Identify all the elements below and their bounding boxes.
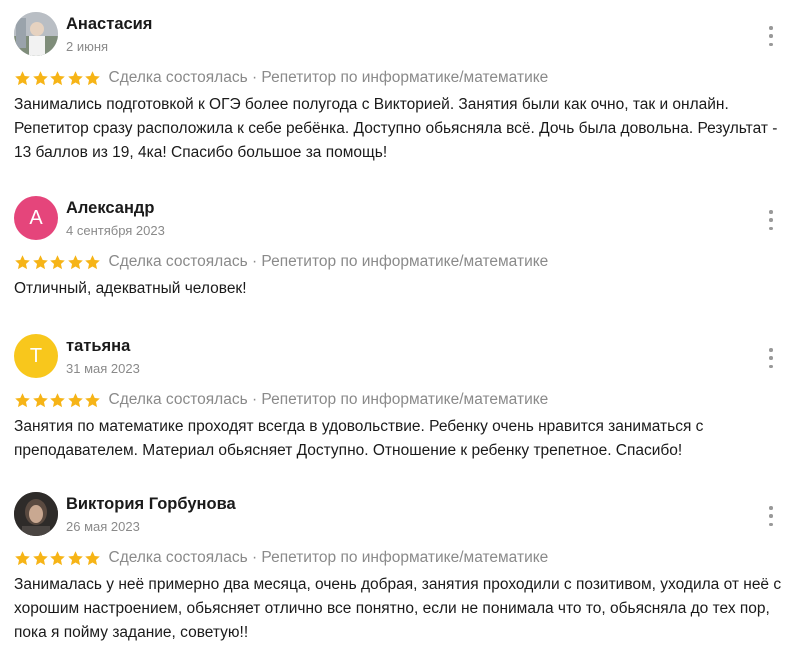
reviews-list: Анастасия 2 июня Сделка состоялась · Реп… <box>0 0 800 667</box>
deal-info: Сделка состоялась · Репетитор по информа… <box>108 69 549 86</box>
star-icon <box>67 550 83 565</box>
deal-info: Сделка состоялась · Репетитор по информа… <box>108 549 549 566</box>
more-vertical-icon[interactable] <box>766 26 776 46</box>
rating-stars <box>14 550 102 567</box>
star-icon <box>67 254 83 269</box>
review-text: Отличный, адекватный человек! <box>14 280 247 297</box>
review-header: Виктория Горбунова 26 мая 2023 <box>0 492 800 538</box>
star-icon <box>32 392 48 407</box>
star-icon <box>15 550 30 565</box>
review-meta: Сделка состоялась · Репетитор по информа… <box>14 548 800 568</box>
review-header: А Александр 4 сентября 2023 <box>0 196 800 242</box>
review-date: 26 мая 2023 <box>66 519 140 534</box>
more-vertical-icon[interactable] <box>766 506 776 526</box>
review-card: А Александр 4 сентября 2023 Сделка состо… <box>0 196 800 301</box>
review-date: 31 мая 2023 <box>66 361 140 376</box>
review-text: Занимались подготовкой к ОГЭ более полуг… <box>14 96 778 161</box>
star-icon <box>32 254 48 269</box>
avatar-photo <box>14 12 58 56</box>
review-text: Занятия по математике проходят всегда в … <box>14 418 704 459</box>
star-icon <box>50 550 65 565</box>
star-icon <box>15 70 30 85</box>
review-card: Анастасия 2 июня Сделка состоялась · Реп… <box>0 12 800 165</box>
review-card: Т татьяна 31 мая 2023 Сделка состоялась … <box>0 334 800 463</box>
avatar[interactable]: Т <box>14 334 58 378</box>
author-name[interactable]: Александр <box>66 199 154 218</box>
star-icon <box>67 392 83 407</box>
review-date: 4 сентября 2023 <box>66 223 165 238</box>
star-icon <box>32 550 48 565</box>
deal-info: Сделка состоялась · Репетитор по информа… <box>108 391 549 408</box>
more-vertical-icon[interactable] <box>766 348 776 368</box>
star-icon <box>85 254 100 269</box>
rating-stars <box>14 254 102 271</box>
deal-info: Сделка состоялась · Репетитор по информа… <box>108 253 549 270</box>
rating-stars <box>14 392 102 409</box>
avatar[interactable]: А <box>14 196 58 240</box>
star-icon <box>67 70 83 85</box>
star-icon <box>50 70 65 85</box>
review-header: Анастасия 2 июня <box>0 12 800 58</box>
review-date: 2 июня <box>66 39 109 54</box>
author-name[interactable]: татьяна <box>66 337 130 356</box>
review-header: Т татьяна 31 мая 2023 <box>0 334 800 380</box>
review-card: Виктория Горбунова 26 мая 2023 Сделка со… <box>0 492 800 645</box>
avatar[interactable] <box>14 492 58 536</box>
avatar[interactable] <box>14 12 58 56</box>
star-icon <box>32 70 48 85</box>
star-icon <box>85 550 100 565</box>
more-vertical-icon[interactable] <box>766 210 776 230</box>
star-icon <box>15 254 30 269</box>
star-icon <box>85 392 100 407</box>
review-meta: Сделка состоялась · Репетитор по информа… <box>14 390 800 410</box>
star-icon <box>50 392 65 407</box>
review-text: Занималась у неё примерно два месяца, оч… <box>14 576 782 641</box>
author-name[interactable]: Виктория Горбунова <box>66 495 236 514</box>
star-icon <box>85 70 100 85</box>
author-name[interactable]: Анастасия <box>66 15 152 34</box>
review-meta: Сделка состоялась · Репетитор по информа… <box>14 252 800 272</box>
rating-stars <box>14 70 102 87</box>
star-icon <box>15 392 30 407</box>
star-icon <box>50 254 65 269</box>
review-meta: Сделка состоялась · Репетитор по информа… <box>14 68 800 88</box>
avatar-photo <box>14 492 58 536</box>
